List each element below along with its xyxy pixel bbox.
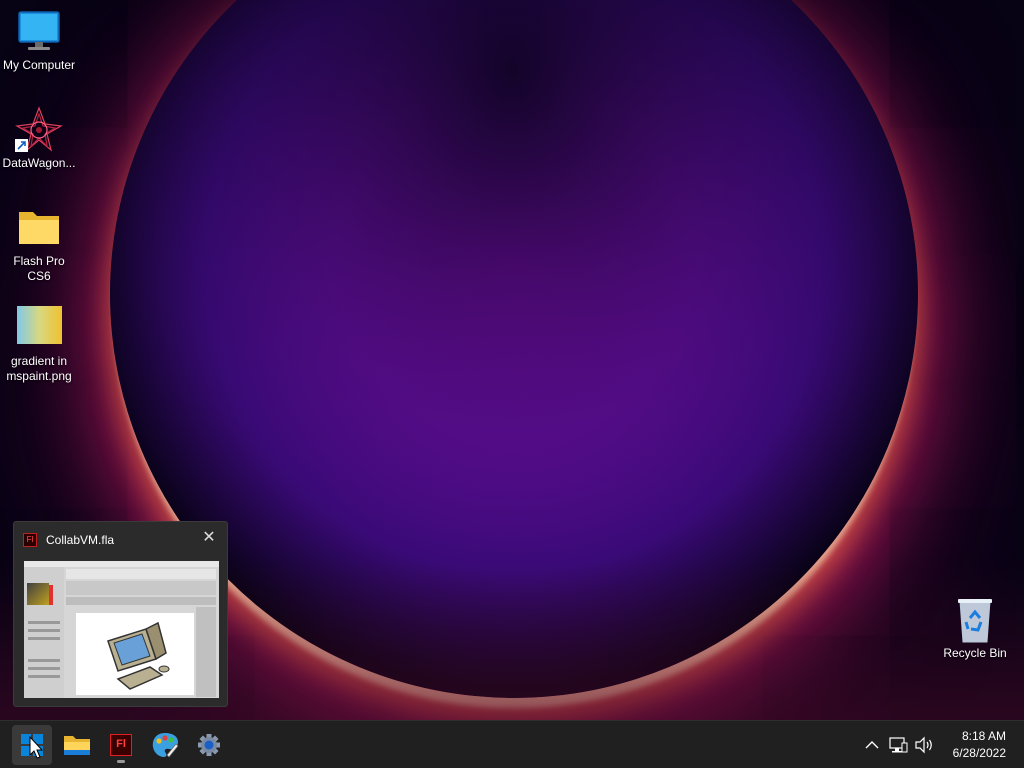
desktop-icon-label-line1: gradient in <box>10 354 68 368</box>
desktop: My Computer DataWagon... Flash Pro CS6 g… <box>0 0 1024 720</box>
desktop-icon-label: DataWagon... <box>2 156 76 170</box>
clock-date[interactable]: 6/28/2022 <box>953 746 1006 760</box>
monitor-icon <box>15 8 63 56</box>
paint-palette-icon <box>152 733 179 758</box>
desktop-icon-label: Flash Pro CS6 <box>13 254 65 283</box>
preview-title: CollabVM.fla <box>46 533 115 547</box>
recycle-bin-icon <box>951 596 999 644</box>
settings-button[interactable] <box>189 725 229 765</box>
flash-pro-icon: Fl <box>23 533 37 547</box>
taskbar-thumbnail-preview[interactable]: Fl CollabVM.fla ✕ <box>13 521 228 707</box>
close-icon[interactable]: ✕ <box>201 530 217 546</box>
desktop-icon-label: Recycle Bin <box>943 646 1007 660</box>
paint-button[interactable] <box>145 725 185 765</box>
desktop-icon-recycle-bin[interactable]: Recycle Bin <box>936 596 1014 661</box>
system-tray: 8:18 AM 6/28/2022 <box>844 721 1024 769</box>
datawagon-shortcut-icon <box>15 106 63 154</box>
folder-icon <box>15 204 63 252</box>
desktop-icon-label-line2: mspaint.png <box>6 369 72 383</box>
gear-icon <box>198 734 220 756</box>
desktop-icon-datawagon[interactable]: DataWagon... <box>0 106 78 171</box>
clock-time[interactable]: 8:18 AM <box>962 729 1006 743</box>
flash-pro-icon: Fl <box>110 734 132 756</box>
chevron-up-icon[interactable] <box>862 735 882 755</box>
network-icon[interactable] <box>888 735 908 755</box>
taskbar: Fl 8:18 AM 6/28/2022 <box>0 720 1024 768</box>
volume-icon[interactable] <box>914 735 934 755</box>
flash-pro-button[interactable]: Fl <box>101 725 141 765</box>
running-indicator <box>117 760 125 763</box>
image-file-icon <box>15 304 63 352</box>
flash-window-thumbnail-icon <box>24 561 219 698</box>
windows-start-icon <box>21 734 44 759</box>
folder-icon <box>64 736 90 755</box>
file-explorer-button[interactable] <box>57 725 97 765</box>
desktop-icon-label: My Computer <box>2 58 76 72</box>
start-button[interactable] <box>12 725 52 765</box>
preview-thumbnail[interactable] <box>24 561 219 698</box>
desktop-icon-my-computer[interactable]: My Computer <box>0 8 78 73</box>
desktop-icon-flash-pro-cs6[interactable]: Flash Pro CS6 <box>0 204 78 284</box>
desktop-icon-gradient-png[interactable]: gradient in mspaint.png <box>0 304 78 384</box>
